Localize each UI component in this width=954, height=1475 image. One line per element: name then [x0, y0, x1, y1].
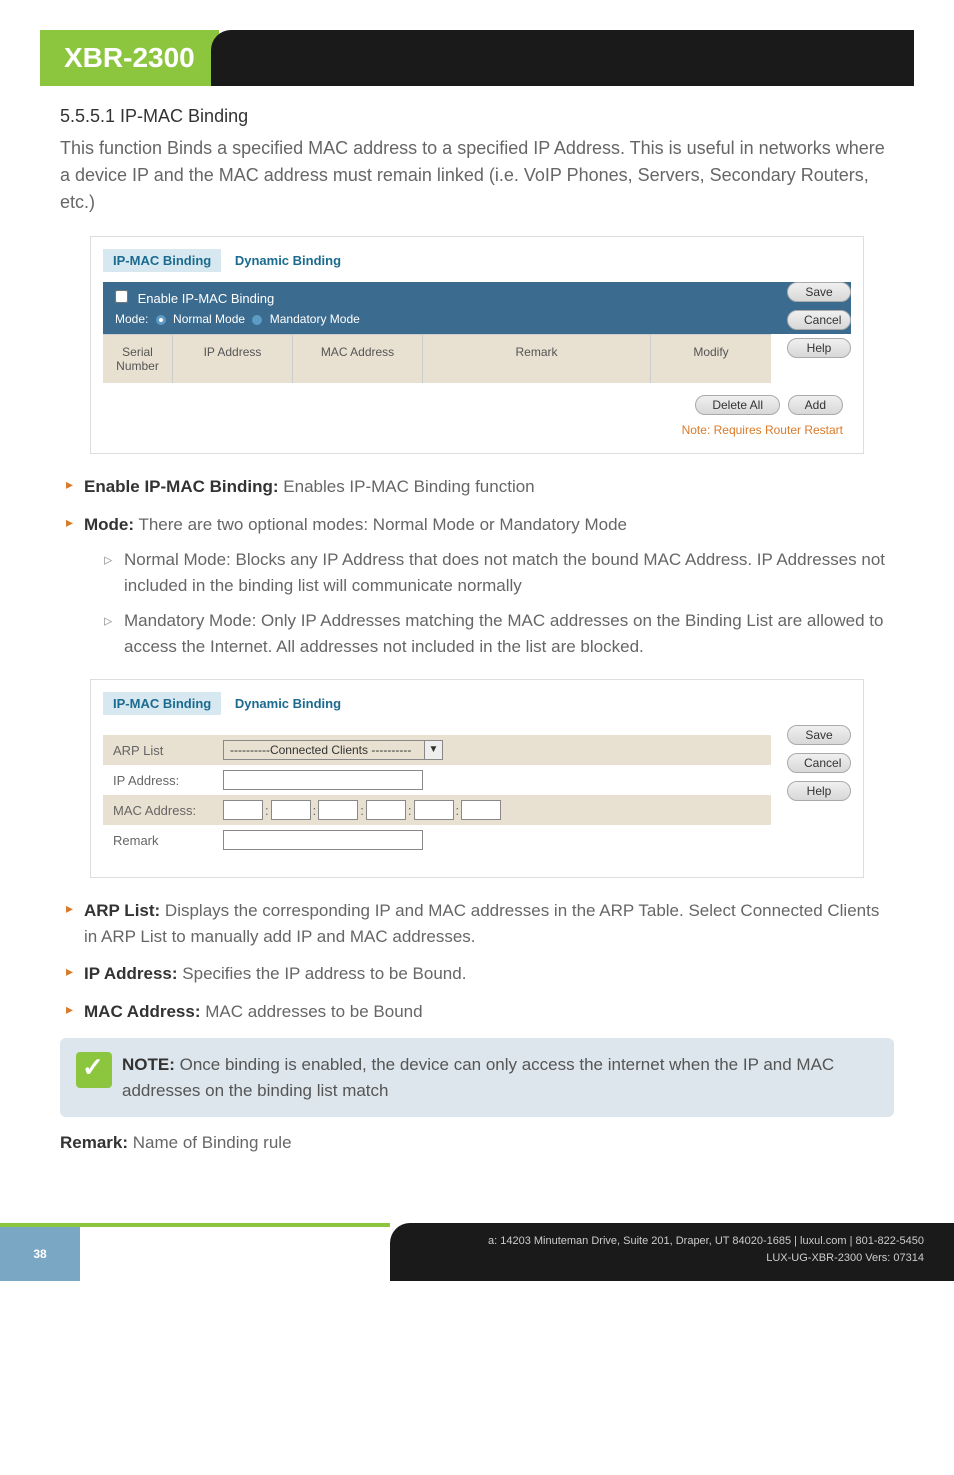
mac-seg-2[interactable]: [271, 800, 311, 820]
sub-mandatory-mode: Mandatory Mode: Only IP Addresses matchi…: [104, 608, 894, 659]
mode-mandatory-label: Mandatory Mode: [270, 312, 360, 326]
tab-ipmac-binding[interactable]: IP-MAC Binding: [103, 249, 221, 272]
remark-line: Remark: Name of Binding rule: [60, 1133, 894, 1153]
mac-seg-3[interactable]: [318, 800, 358, 820]
footer-version: LUX-UG-XBR-2300 Vers: 07314: [420, 1250, 924, 1267]
page-number: 38: [0, 1223, 80, 1281]
panel-header: Enable IP-MAC Binding Mode: Normal Mode …: [103, 282, 851, 334]
arp-list-label: ARP List: [113, 743, 223, 758]
mac-seg-5[interactable]: [414, 800, 454, 820]
remark-label: Remark: [113, 833, 223, 848]
note-label: NOTE:: [122, 1055, 175, 1074]
mac-address-label: MAC Address:: [113, 803, 223, 818]
arp-list-dropdown[interactable]: ----------Connected Clients ---------- ▼: [223, 740, 443, 760]
remark-input[interactable]: [223, 830, 423, 850]
mode-normal-label: Normal Mode: [173, 312, 245, 326]
col-modify: Modify: [651, 335, 771, 383]
cancel-button-2[interactable]: Cancel: [787, 753, 851, 773]
bullet-mac-address: MAC Address: MAC addresses to be Bound: [60, 999, 894, 1025]
section-intro: This function Binds a specified MAC addr…: [60, 135, 894, 216]
chevron-down-icon: ▼: [425, 740, 443, 760]
ip-address-label: IP Address:: [113, 773, 223, 788]
restart-note: Note: Requires Router Restart: [103, 419, 851, 441]
col-remark: Remark: [423, 335, 651, 383]
bullet-ip-address: IP Address: Specifies the IP address to …: [60, 961, 894, 987]
footer-spacer: [80, 1223, 390, 1281]
save-button-2[interactable]: Save: [787, 725, 851, 745]
radio-normal[interactable]: [156, 315, 166, 325]
footer-info: a: 14203 Minuteman Drive, Suite 201, Dra…: [390, 1223, 954, 1281]
check-icon: [76, 1052, 112, 1088]
note-text: Once binding is enabled, the device can …: [122, 1055, 834, 1100]
model-badge: XBR-2300: [40, 30, 219, 86]
screenshot-ipmac-table: IP-MAC Binding Dynamic Binding Save Canc…: [90, 236, 864, 454]
mode-label: Mode:: [115, 312, 148, 326]
header-bar: XBR-2300: [40, 30, 914, 86]
note-block: NOTE: Once binding is enabled, the devic…: [60, 1038, 894, 1117]
save-button[interactable]: Save: [787, 282, 851, 302]
mac-seg-1[interactable]: [223, 800, 263, 820]
table-header-row: Serial Number IP Address MAC Address Rem…: [103, 334, 771, 383]
help-button-2[interactable]: Help: [787, 781, 851, 801]
delete-all-button[interactable]: Delete All: [695, 395, 780, 415]
col-ip: IP Address: [173, 335, 293, 383]
bullet-mode: Mode: There are two optional modes: Norm…: [60, 512, 894, 660]
ip-address-input[interactable]: [223, 770, 423, 790]
bullet-enable: Enable IP-MAC Binding: Enables IP-MAC Bi…: [60, 474, 894, 500]
cancel-button[interactable]: Cancel: [787, 310, 851, 330]
help-button[interactable]: Help: [787, 338, 851, 358]
col-serial: Serial Number: [103, 335, 173, 383]
mac-seg-4[interactable]: [366, 800, 406, 820]
sub-normal-mode: Normal Mode: Blocks any IP Address that …: [104, 547, 894, 598]
footer-address: a: 14203 Minuteman Drive, Suite 201, Dra…: [420, 1233, 924, 1250]
arp-list-value: ----------Connected Clients ----------: [223, 740, 425, 760]
mac-seg-6[interactable]: [461, 800, 501, 820]
bullet-arp-list: ARP List: Displays the corresponding IP …: [60, 898, 894, 949]
tab-ipmac-binding-2[interactable]: IP-MAC Binding: [103, 692, 221, 715]
enable-checkbox[interactable]: [115, 290, 128, 303]
section-heading: 5.5.5.1 IP-MAC Binding: [60, 106, 894, 127]
enable-label: Enable IP-MAC Binding: [138, 291, 275, 306]
tab-dynamic-binding[interactable]: Dynamic Binding: [225, 249, 351, 272]
radio-mandatory[interactable]: [252, 315, 262, 325]
col-mac: MAC Address: [293, 335, 423, 383]
add-button[interactable]: Add: [788, 395, 843, 415]
footer: 38 a: 14203 Minuteman Drive, Suite 201, …: [0, 1223, 954, 1281]
header-dark-strip: [211, 30, 914, 86]
tab-dynamic-binding-2[interactable]: Dynamic Binding: [225, 692, 351, 715]
screenshot-ipmac-form: IP-MAC Binding Dynamic Binding Save Canc…: [90, 679, 864, 878]
